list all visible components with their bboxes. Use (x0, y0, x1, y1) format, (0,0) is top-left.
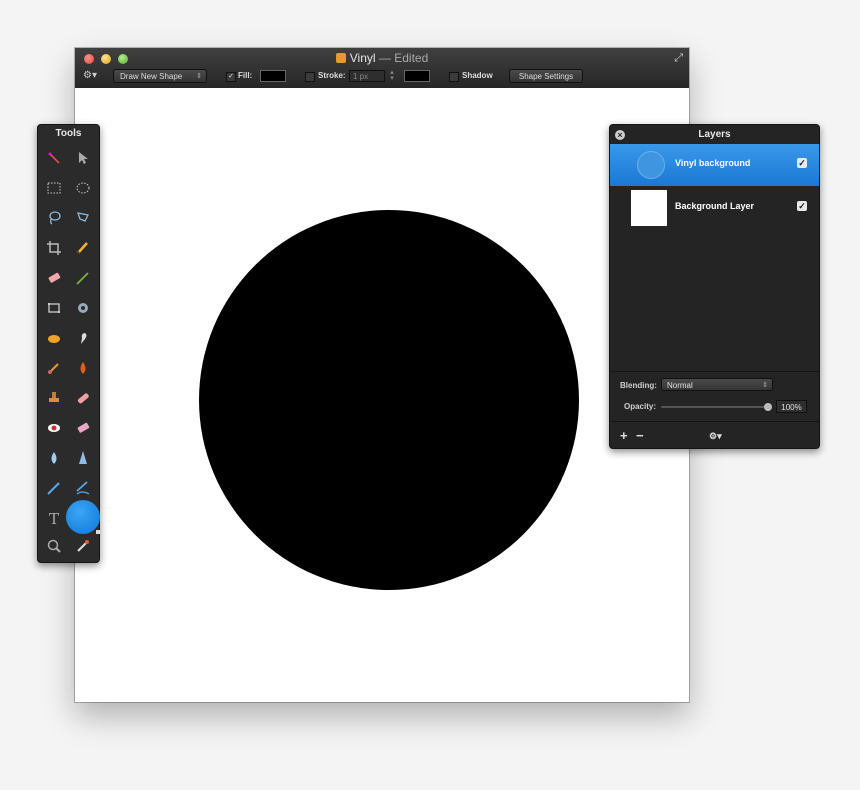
pencil-icon[interactable] (72, 237, 94, 259)
burn-icon[interactable] (43, 357, 65, 379)
lasso-icon[interactable] (43, 207, 65, 229)
stroke-width-field[interactable]: 1 px (349, 70, 385, 82)
layer-name: Vinyl background (675, 158, 751, 168)
title-bar: Vinyl — Edited ⤢ ⚙▾ Draw New Shape ⇕ ✓ F… (75, 48, 689, 89)
divider (610, 371, 819, 372)
blur-icon[interactable] (43, 447, 65, 469)
smudge-icon[interactable] (72, 327, 94, 349)
document-icon (335, 53, 346, 63)
fill-label: Fill: (238, 71, 253, 80)
opacity-field[interactable]: 100% (776, 400, 807, 413)
text-icon[interactable]: T (43, 507, 65, 529)
crop-icon[interactable] (43, 237, 65, 259)
document-window: Vinyl — Edited ⤢ ⚙▾ Draw New Shape ⇕ ✓ F… (75, 48, 689, 702)
vector-icon[interactable] (72, 297, 94, 319)
swap-colors-icon[interactable] (96, 530, 100, 534)
blending-select[interactable]: Normal ⇕ (661, 378, 773, 391)
opacity-label: Opacity: (624, 402, 657, 411)
heal-icon[interactable] (72, 387, 94, 409)
select-arrows-icon: ⇕ (196, 73, 202, 80)
ellipse-select-icon[interactable] (72, 177, 94, 199)
sharpen-icon[interactable] (72, 357, 94, 379)
move-icon[interactable] (72, 147, 94, 169)
shape-toolbar: ⚙▾ Draw New Shape ⇕ ✓ Fill: Stroke: 1 px… (75, 68, 689, 86)
select-arrows-icon: ⇕ (762, 382, 768, 389)
layer-name: Background Layer (675, 201, 755, 211)
color-well[interactable] (66, 500, 100, 534)
document-name: Vinyl (349, 51, 376, 65)
layers-title: Layers (698, 129, 731, 140)
layer-thumbnail (637, 151, 665, 179)
fill-checkbox[interactable]: ✓ (226, 72, 236, 82)
stroke-label: Stroke: (318, 71, 346, 80)
clone-stamp-icon[interactable] (43, 387, 65, 409)
eyedropper-icon[interactable] (72, 535, 94, 557)
stroke-width-stepper[interactable]: ▴ ▾ (388, 69, 396, 82)
opacity-slider-knob[interactable] (764, 403, 772, 411)
layers-panel: × Layers Vinyl background ✓ Background L… (609, 124, 820, 449)
layer-gear-menu-icon[interactable]: ⚙▾ (709, 431, 722, 442)
fade-icon[interactable] (72, 417, 94, 439)
pen-icon[interactable] (43, 477, 65, 499)
dodge-icon[interactable] (72, 447, 94, 469)
blending-value: Normal (667, 381, 693, 390)
layer-visibility-checkbox[interactable]: ✓ (797, 158, 807, 168)
document-title: Vinyl — Edited (75, 51, 689, 65)
opacity-slider[interactable] (661, 406, 767, 408)
vinyl-circle-shape[interactable] (199, 210, 579, 590)
red-eye-icon[interactable] (43, 417, 65, 439)
polygon-lasso-icon[interactable] (72, 207, 94, 229)
layer-visibility-checkbox[interactable]: ✓ (797, 201, 807, 211)
blending-label: Blending: (620, 381, 657, 390)
add-layer-button[interactable]: + (620, 428, 628, 443)
edited-status: — Edited (378, 51, 429, 65)
shadow-label: Shadow (462, 71, 493, 80)
tools-palette: Tools T (37, 124, 100, 563)
shape-mode-select[interactable]: Draw New Shape ⇕ (113, 69, 207, 83)
layer-thumbnail (631, 190, 667, 226)
tools-title: Tools (55, 128, 82, 139)
shape-settings-button[interactable]: Shape Settings (509, 69, 583, 83)
rect-select-icon[interactable] (43, 177, 65, 199)
zoom-icon[interactable] (43, 535, 65, 557)
brush-icon[interactable] (72, 267, 94, 289)
transform-icon[interactable] (43, 297, 65, 319)
fullscreen-icon[interactable]: ⤢ (674, 52, 683, 65)
paint-bucket-icon[interactable] (43, 327, 65, 349)
canvas[interactable] (75, 88, 689, 702)
svg-text:T: T (49, 510, 59, 528)
magic-wand-icon[interactable] (43, 147, 65, 169)
remove-layer-button[interactable]: − (636, 428, 644, 443)
freeform-icon[interactable] (72, 477, 94, 499)
gear-menu-icon[interactable]: ⚙▾ (83, 70, 97, 81)
shape-mode-label: Draw New Shape (120, 72, 183, 81)
layer-row-vinyl-background[interactable]: Vinyl background ✓ (610, 144, 819, 186)
fill-color-swatch[interactable] (260, 70, 286, 82)
eraser-icon[interactable] (43, 267, 65, 289)
divider (610, 421, 819, 422)
stroke-color-swatch[interactable] (404, 70, 430, 82)
shadow-checkbox[interactable] (449, 72, 459, 82)
stroke-checkbox[interactable] (305, 72, 315, 82)
layer-row-background-layer[interactable]: Background Layer ✓ (610, 187, 819, 229)
